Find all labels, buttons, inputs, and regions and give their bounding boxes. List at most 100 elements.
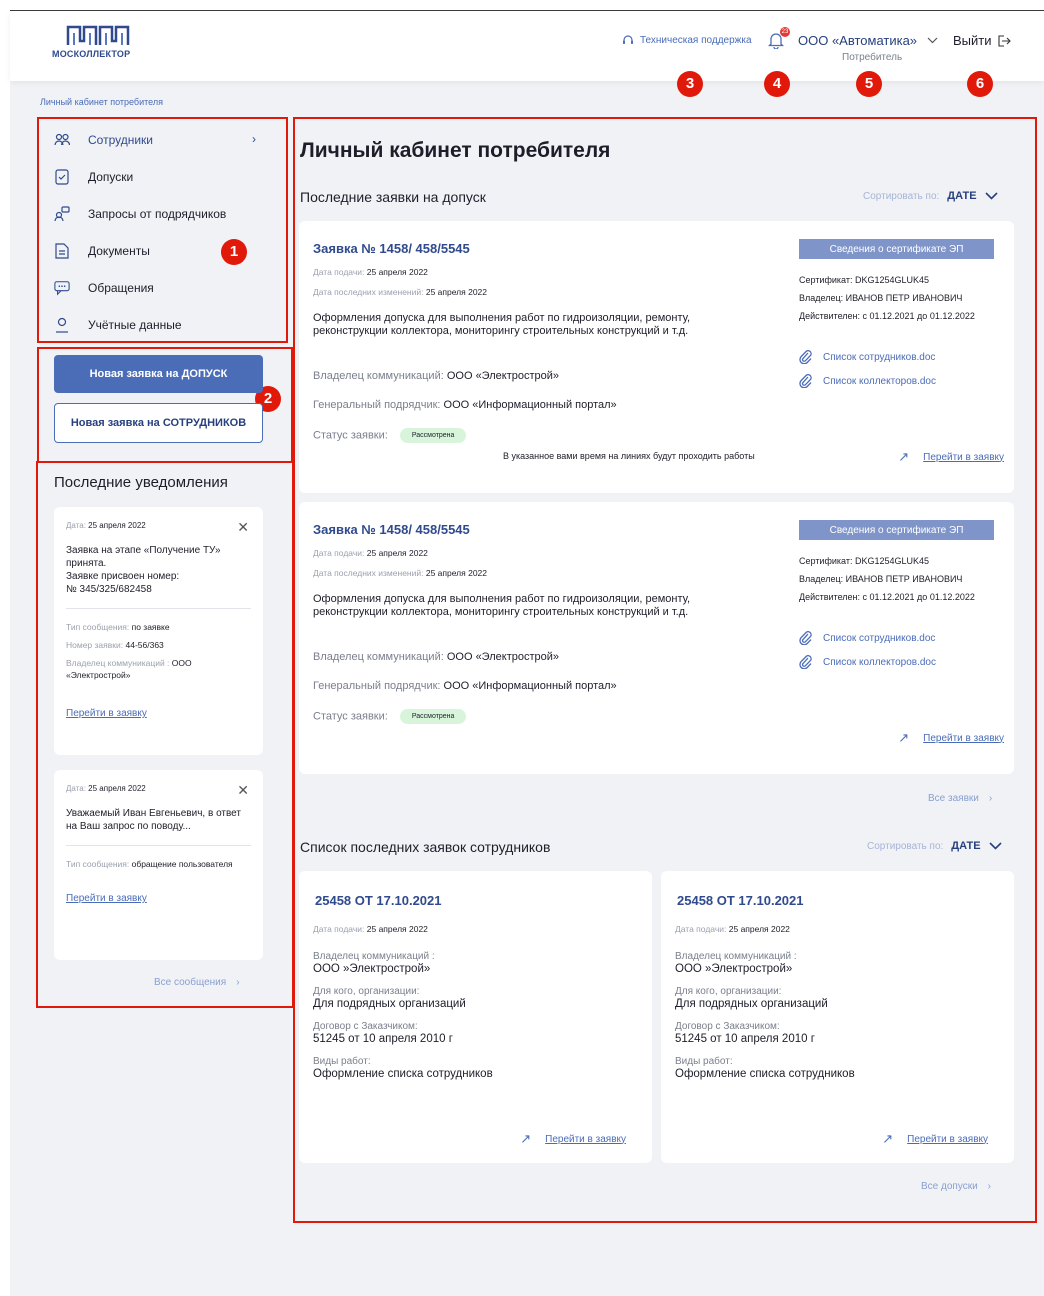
- go-to-request-label: Перейти в заявку: [923, 451, 1004, 463]
- notification-type: Тип сообщения: обращение пользователя: [66, 859, 233, 869]
- go-to-request-label: Перейти в заявку: [907, 1133, 988, 1145]
- users-icon: [54, 132, 70, 148]
- paperclip-icon: [799, 350, 812, 364]
- certificate-number: Сертификат: DKG1254GLUK45: [799, 556, 930, 566]
- all-access-label: Все допуски: [921, 1181, 978, 1192]
- certificate-info-button[interactable]: Сведения о сертификате ЭП: [799, 520, 994, 540]
- field-value: Оформление списка сотрудников: [313, 1068, 493, 1080]
- chevron-right-icon: ›: [987, 1181, 992, 1192]
- contractor-request-icon: [54, 205, 70, 222]
- submit-date: Дата подачи: 25 апреля 2022: [313, 267, 428, 277]
- notification-card: Дата: 25 апреля 2022 ✕ Заявка на этапе «…: [54, 507, 263, 755]
- chevron-right-icon: ›: [988, 793, 993, 804]
- sidebar-item-contractor-requests[interactable]: Запросы от подрядчиков: [40, 195, 284, 232]
- file-link[interactable]: Список коллекторов.doc: [799, 374, 936, 388]
- chat-icon: [54, 280, 70, 296]
- staff-request-card: 25458 ОТ 17.10.2021 Дата подачи: 25 апре…: [661, 871, 1014, 1163]
- divider: [66, 608, 251, 609]
- submit-date: Дата подачи: 25 апреля 2022: [313, 924, 428, 934]
- sort-control[interactable]: Сортировать по: ДАТЕ: [863, 190, 998, 202]
- changed-date: Дата последних изменений: 25 апреля 2022: [313, 287, 487, 297]
- sidebar-item-account[interactable]: Учётные данные: [40, 306, 284, 343]
- sidebar-item-appeals[interactable]: Обращения: [40, 269, 284, 306]
- field-value: Для подрядных организаций: [675, 998, 828, 1010]
- chevron-right-icon: ›: [252, 132, 256, 146]
- field-label: Для кого, организации:: [675, 986, 782, 997]
- user-icon: [54, 317, 70, 333]
- field-value: ООО »Электрострой»: [313, 963, 431, 975]
- file-name: Список сотрудников.doc: [823, 351, 936, 363]
- submit-date: Дата подачи: 25 апреля 2022: [313, 548, 428, 558]
- request-description: Оформления допуска для выполнения работ …: [313, 312, 691, 337]
- file-name: Список сотрудников.doc: [823, 632, 936, 644]
- chevron-down-icon: [985, 192, 998, 200]
- go-to-request-label: Перейти в заявку: [923, 732, 1004, 744]
- notification-type: Тип сообщения: по заявке: [66, 622, 170, 632]
- notification-text: Заявка на этапе «Получение ТУ» принята. …: [66, 545, 221, 595]
- field-label: Договор с Заказчиком:: [675, 1021, 780, 1032]
- contractor-line: Генеральный подрядчик: ООО «Информационн…: [313, 680, 617, 692]
- field-value: 51245 от 10 апреля 2010 г: [313, 1033, 453, 1045]
- request-note: В указанное вами время на линиях будут п…: [503, 451, 755, 461]
- field-value: 51245 от 10 апреля 2010 г: [675, 1033, 815, 1045]
- sidebar-nav: Сотрудники › Допуски Запросы от подрядчи…: [40, 121, 284, 343]
- go-to-request-link[interactable]: ↗ Перейти в заявку: [882, 1131, 988, 1147]
- request-description: Оформления допуска для выполнения работ …: [313, 593, 691, 618]
- arrow-up-right-icon: ↗: [520, 1131, 532, 1146]
- all-messages-link[interactable]: Все сообщения ›: [154, 977, 240, 988]
- file-link[interactable]: Список сотрудников.doc: [799, 350, 935, 364]
- field-label: Виды работ:: [675, 1056, 733, 1067]
- status-line: Статус заявки: Рассмотрена: [313, 709, 467, 724]
- close-icon[interactable]: ✕: [237, 519, 249, 536]
- file-link[interactable]: Список сотрудников.doc: [799, 631, 935, 645]
- new-staff-request-button[interactable]: Новая заявка на СОТРУДНИКОВ: [54, 403, 263, 443]
- close-icon[interactable]: ✕: [237, 782, 249, 799]
- sidebar-item-label: Обращения: [88, 280, 154, 295]
- all-requests-link[interactable]: Все заявки ›: [928, 793, 992, 804]
- owner-line: Владелец коммуникаций: ООО «Электрострой…: [313, 370, 560, 382]
- changed-date: Дата последних изменений: 25 апреля 2022: [313, 568, 487, 578]
- access-request-card: Заявка № 1458/ 458/5545 Дата подачи: 25 …: [299, 221, 1014, 493]
- request-title[interactable]: Заявка № 1458/ 458/5545: [313, 522, 470, 537]
- staff-request-title[interactable]: 25458 ОТ 17.10.2021: [315, 893, 442, 908]
- field-label: Владелец коммуникаций :: [675, 951, 797, 962]
- field-label: Виды работ:: [313, 1056, 371, 1067]
- sort-value: ДАТЕ: [951, 840, 981, 852]
- certificate-info-button[interactable]: Сведения о сертификате ЭП: [799, 239, 994, 259]
- all-access-link[interactable]: Все допуски ›: [921, 1181, 991, 1192]
- contractor-line: Генеральный подрядчик: ООО «Информационн…: [313, 399, 617, 411]
- paperclip-icon: [799, 655, 812, 669]
- new-access-request-button[interactable]: Новая заявка на ДОПУСК: [54, 355, 263, 393]
- sort-control[interactable]: Сортировать по: ДАТЕ: [867, 840, 1002, 852]
- certificate-validity: Действителен: с 01.12.2021 до 01.12.2022: [799, 311, 975, 321]
- go-to-request-link[interactable]: ↗ Перейти в заявку: [898, 730, 1004, 746]
- go-to-request-link[interactable]: Перейти в заявку: [66, 893, 147, 904]
- certificate-number: Сертификат: DKG1254GLUK45: [799, 275, 930, 285]
- file-link[interactable]: Список коллекторов.doc: [799, 655, 936, 669]
- staff-request-fields: Владелец коммуникаций : ООО »Электростро…: [675, 951, 995, 1091]
- go-to-request-link[interactable]: ↗ Перейти в заявку: [898, 449, 1004, 465]
- sidebar-item-documents[interactable]: Документы: [40, 232, 284, 269]
- certificate-holder: Владелец: ИВАНОВ ПЕТР ИВАНОВИЧ: [799, 574, 963, 584]
- breadcrumb[interactable]: Личный кабинет потребителя: [40, 97, 163, 107]
- notification-date: Дата: 25 апреля 2022: [66, 521, 146, 530]
- file-name: Список коллекторов.doc: [823, 375, 936, 387]
- file-name: Список коллекторов.doc: [823, 656, 936, 668]
- sort-label: Сортировать по:: [863, 190, 940, 202]
- go-to-request-link[interactable]: Перейти в заявку: [66, 708, 147, 719]
- sidebar-item-access[interactable]: Допуски: [40, 158, 284, 195]
- divider: [66, 845, 251, 846]
- app-frame: МОСКОЛЛЕКТОР Техническая поддержка 23 ОО…: [10, 10, 1044, 1296]
- go-to-request-label: Перейти в заявку: [545, 1133, 626, 1145]
- staff-request-fields: Владелец коммуникаций : ООО »Электростро…: [313, 951, 633, 1091]
- notification-card: Дата: 25 апреля 2022 ✕ Уважаемый Иван Ев…: [54, 770, 263, 960]
- request-title[interactable]: Заявка № 1458/ 458/5545: [313, 241, 470, 256]
- sidebar-item-employees[interactable]: Сотрудники ›: [40, 121, 284, 158]
- go-to-request-link[interactable]: ↗ Перейти в заявку: [520, 1131, 626, 1147]
- status-line: Статус заявки: Рассмотрена: [313, 428, 467, 443]
- chevron-down-icon: [989, 842, 1002, 850]
- page-title: Личный кабинет потребителя: [300, 139, 611, 162]
- staff-request-card: 25458 ОТ 17.10.2021 Дата подачи: 25 апре…: [299, 871, 652, 1163]
- notifications-title: Последние уведомления: [54, 474, 228, 491]
- staff-request-title[interactable]: 25458 ОТ 17.10.2021: [677, 893, 804, 908]
